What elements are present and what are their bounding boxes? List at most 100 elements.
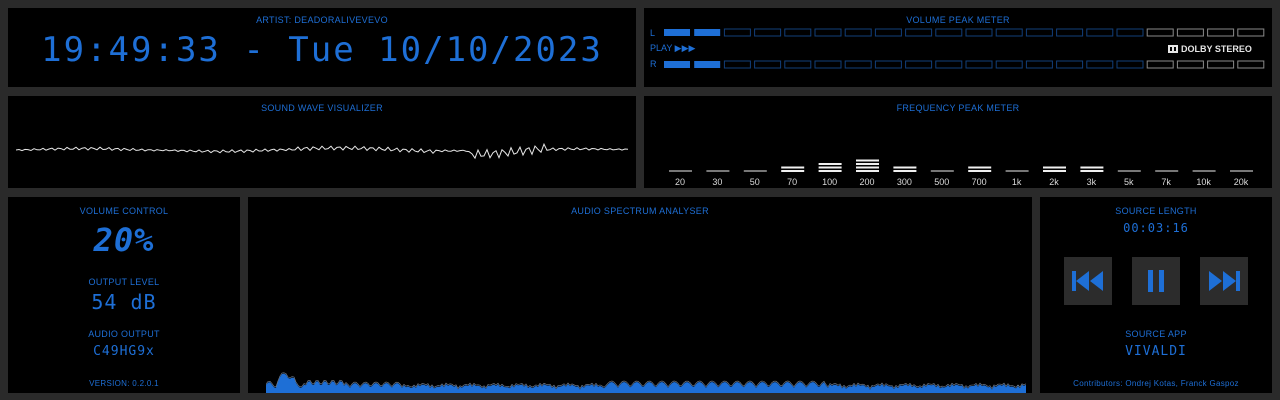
audio-output-title: AUDIO OUTPUT <box>88 329 160 339</box>
meter-segment <box>1116 60 1144 69</box>
output-level-value: 54 dB <box>91 290 157 314</box>
right-channel-meter <box>664 60 1265 69</box>
pause-button[interactable] <box>1132 257 1180 305</box>
source-app-value: VIVALDI <box>1125 344 1187 359</box>
meter-segment <box>1056 28 1084 37</box>
audio-output-value: C49HG9x <box>93 344 155 359</box>
meter-segment <box>1116 28 1144 37</box>
frequency-peak-meter-title: FREQUENCY PEAK METER <box>896 103 1020 113</box>
frequency-bar-segment <box>1043 170 1066 172</box>
meter-segment <box>1176 60 1204 69</box>
frequency-band-label: 300 <box>896 177 912 187</box>
frequency-band-label: 1k <box>1011 177 1022 187</box>
source-app-title: SOURCE APP <box>1125 329 1187 339</box>
frequency-bar-segment <box>669 170 692 172</box>
frequency-band-label: 70 <box>787 177 798 187</box>
meter-segment <box>694 29 721 36</box>
meter-segment <box>874 28 902 37</box>
frequency-band-label: 700 <box>971 177 987 187</box>
meter-segment <box>935 60 963 69</box>
spectrum-plot <box>266 372 1026 393</box>
meter-segment <box>965 28 993 37</box>
play-label: PLAY ▶▶▶ <box>650 43 696 53</box>
pause-icon <box>1148 270 1164 292</box>
meter-segment <box>844 28 872 37</box>
meter-segment <box>995 60 1023 69</box>
meter-segment <box>814 28 842 37</box>
meter-segment <box>664 61 690 68</box>
frequency-bar-segment <box>1117 170 1141 172</box>
meter-segment <box>995 28 1023 37</box>
frequency-bar-segment <box>743 170 767 172</box>
frequency-bars <box>669 159 1253 172</box>
volume-peak-meter-title: VOLUME PEAK METER <box>906 15 1010 25</box>
sound-wave-panel: SOUND WAVE VISUALIZER <box>8 96 636 188</box>
frequency-bar-segment <box>818 163 842 165</box>
skip-next-icon <box>1209 271 1240 291</box>
frequency-band-label: 2k <box>1049 177 1059 187</box>
frequency-bar-segment <box>856 163 879 165</box>
artist-label: ARTIST: DEADORALIVEVEVO <box>256 15 388 25</box>
meter-segment <box>1207 28 1235 37</box>
frequency-bar-segment <box>1005 170 1029 172</box>
version-label: VERSION: 0.2.0.1 <box>89 379 159 388</box>
next-button[interactable] <box>1200 257 1248 305</box>
frequency-bar-segment <box>856 159 879 162</box>
meter-segment <box>1176 28 1204 37</box>
meter-segment <box>754 28 782 37</box>
frequency-band-label: 7k <box>1161 177 1171 187</box>
meter-segment <box>844 60 872 69</box>
right-channel-label: R <box>650 59 657 69</box>
frequency-band-label: 20 <box>674 177 685 187</box>
dolby-icon <box>1168 44 1178 53</box>
meter-segment <box>723 60 751 69</box>
meter-segment <box>1086 60 1114 69</box>
volume-value[interactable]: 20% <box>8 221 240 259</box>
frequency-bar-segment <box>818 170 842 172</box>
frequency-bar-segment <box>1192 170 1216 172</box>
frequency-bar-segment <box>893 166 917 169</box>
meter-segment <box>723 28 751 37</box>
source-length-title: SOURCE LENGTH <box>1115 206 1197 216</box>
meter-segment <box>1056 60 1084 69</box>
volume-control-panel: VOLUME CONTROL 20% OUTPUT LEVEL 54 dB AU… <box>8 197 240 393</box>
frequency-bar-segment <box>1080 166 1104 169</box>
frequency-band-label: 3k <box>1086 177 1097 187</box>
meter-segment <box>784 28 812 37</box>
meter-segment <box>905 60 933 69</box>
dolby-logo: DOLBY STEREO <box>1168 43 1252 54</box>
meter-segment <box>1146 28 1174 37</box>
meter-segment <box>935 28 963 37</box>
dolby-stereo-label: DOLBY STEREO <box>1181 43 1252 54</box>
sound-wave-title: SOUND WAVE VISUALIZER <box>261 103 383 113</box>
frequency-band-label: 100 <box>822 177 838 187</box>
frequency-bar-segment <box>1043 166 1066 169</box>
frequency-bar-segment <box>930 170 954 172</box>
meter-segment <box>1025 60 1053 69</box>
meter-segment <box>1237 60 1265 69</box>
frequency-bar-segment <box>706 170 730 172</box>
meter-segment <box>1207 60 1235 69</box>
contributors-label: Contributors: Ondrej Kotas, Franck Gaspo… <box>1073 379 1239 388</box>
frequency-band-label: 5k <box>1124 177 1134 187</box>
spectrum-title: AUDIO SPECTRUM ANALYSER <box>571 206 709 216</box>
frequency-bar-segment <box>1080 170 1104 172</box>
spectrum-panel: AUDIO SPECTRUM ANALYSER <box>248 197 1032 393</box>
frequency-bar-segment <box>968 166 992 169</box>
meter-segment <box>664 29 690 36</box>
meter-segment <box>814 60 842 69</box>
previous-button[interactable] <box>1064 257 1112 305</box>
frequency-bar-segment <box>856 170 879 172</box>
frequency-bar-segment <box>781 166 805 169</box>
frequency-bar-segment <box>781 170 805 172</box>
clock-display: 19:49:33 - Tue 10/10/2023 <box>41 30 603 70</box>
meter-segment <box>874 60 902 69</box>
source-length-value: 00:03:16 <box>1123 221 1189 235</box>
frequency-bar-segment <box>893 170 917 172</box>
frequency-band-label: 50 <box>749 177 760 187</box>
left-channel-label: L <box>650 28 656 38</box>
sound-wave-line <box>16 142 628 160</box>
frequency-bar-segment <box>856 166 879 169</box>
sound-wave-plot <box>16 142 628 160</box>
meter-segment <box>694 61 721 68</box>
